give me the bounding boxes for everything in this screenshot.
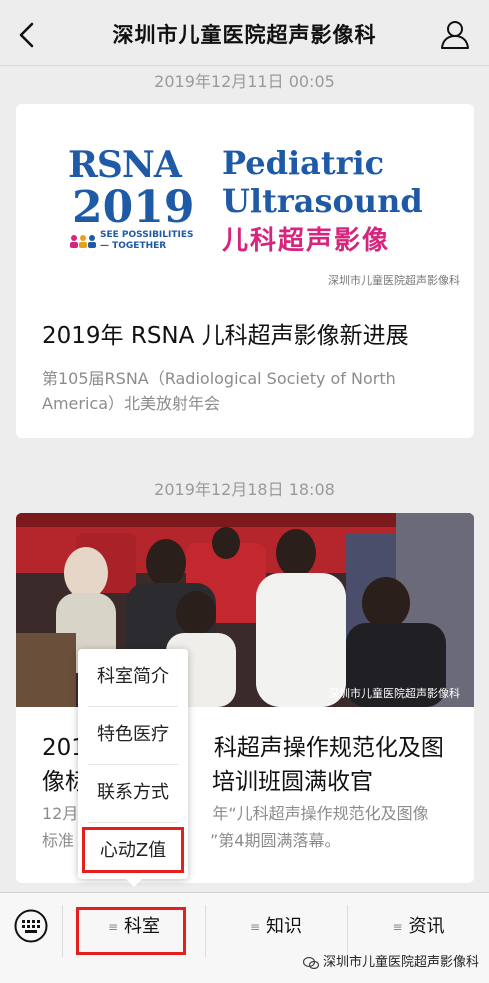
menu-item-contact[interactable]: 联系方式: [78, 765, 188, 821]
menu-item-specialty[interactable]: 特色医疗: [78, 707, 188, 763]
desc-line2-end: ”第4期圆满落幕。: [210, 831, 341, 850]
banner-year-text: 2019: [72, 182, 195, 233]
banner-ultrasound-text: Ultrasound: [222, 182, 423, 220]
message-timestamp: 2019年12月11日 00:05: [154, 72, 335, 91]
tab-label: 资讯: [408, 916, 445, 937]
article-banner: RSNA 2019 Pediatric Ultrasound 儿科超声影像 SE…: [16, 104, 474, 294]
photo-watermark: 深圳市儿童医院超声影像科: [328, 687, 460, 700]
menu-pointer: [126, 879, 142, 887]
menu-lines-icon: ≡: [392, 920, 403, 934]
title-line1-end: 科超声操作规范化及图: [213, 735, 444, 761]
tab-label: 知识: [266, 916, 303, 937]
bottom-watermark: 深圳市儿童医院超声影像科: [302, 951, 479, 970]
article-description: 第105届RSNA（Radiological Society of North …: [42, 369, 396, 413]
department-submenu: 科室简介 特色医疗 联系方式 心动Z值: [78, 649, 188, 887]
article-title: 2019年 RSNA 儿科超声影像新进展: [42, 323, 409, 349]
tagline-line-2: — TOGETHER: [100, 241, 167, 251]
desc-line2-start: 标准: [42, 831, 75, 850]
watermark-text: 深圳市儿童医院超声影像科: [322, 955, 479, 970]
banner-pediatric-text: Pediatric: [222, 144, 385, 182]
person-icon[interactable]: [439, 18, 471, 50]
banner-tagline: SEE POSSIBILITIES — TOGETHER: [100, 230, 193, 252]
banner-watermark: 深圳市儿童医院超声影像科: [328, 274, 460, 287]
menu-separator: [62, 905, 63, 957]
desc-line1-end: 年“儿科超声操作规范化及图像: [212, 804, 429, 823]
bottom-menu-bar: ≡ 科室 ≡ 知识 ≡ 资讯 深圳市儿童医院超声影像科: [0, 892, 489, 983]
article-card[interactable]: RSNA 2019 Pediatric Ultrasound 儿科超声影像 SE…: [16, 104, 474, 438]
desc-line1-start: 12月: [42, 804, 79, 823]
keyboard-icon[interactable]: [14, 909, 48, 943]
tagline-line-1: SEE POSSIBILITIES: [100, 230, 194, 240]
highlight-box: [82, 827, 184, 873]
people-icon: [70, 235, 96, 248]
wechat-icon: [302, 956, 319, 969]
menu-item-intro[interactable]: 科室简介: [78, 649, 188, 705]
title-line2-end: 培训班圆满收官: [212, 769, 373, 795]
tab-knowledge[interactable]: ≡ 知识: [206, 905, 346, 949]
menu-lines-icon: ≡: [249, 920, 261, 934]
highlight-box: [76, 907, 186, 955]
top-bar: 深圳市儿童医院超声影像科: [0, 0, 489, 66]
chevron-left-icon[interactable]: [14, 20, 40, 50]
message-timestamp: 2019年12月18日 18:08: [154, 480, 335, 499]
tab-news[interactable]: ≡ 资讯: [348, 905, 489, 949]
banner-chinese-text: 儿科超声影像: [222, 226, 391, 256]
page-title: 深圳市儿童医院超声影像科: [112, 23, 377, 47]
banner-rsna-text: RSNA: [68, 144, 182, 186]
